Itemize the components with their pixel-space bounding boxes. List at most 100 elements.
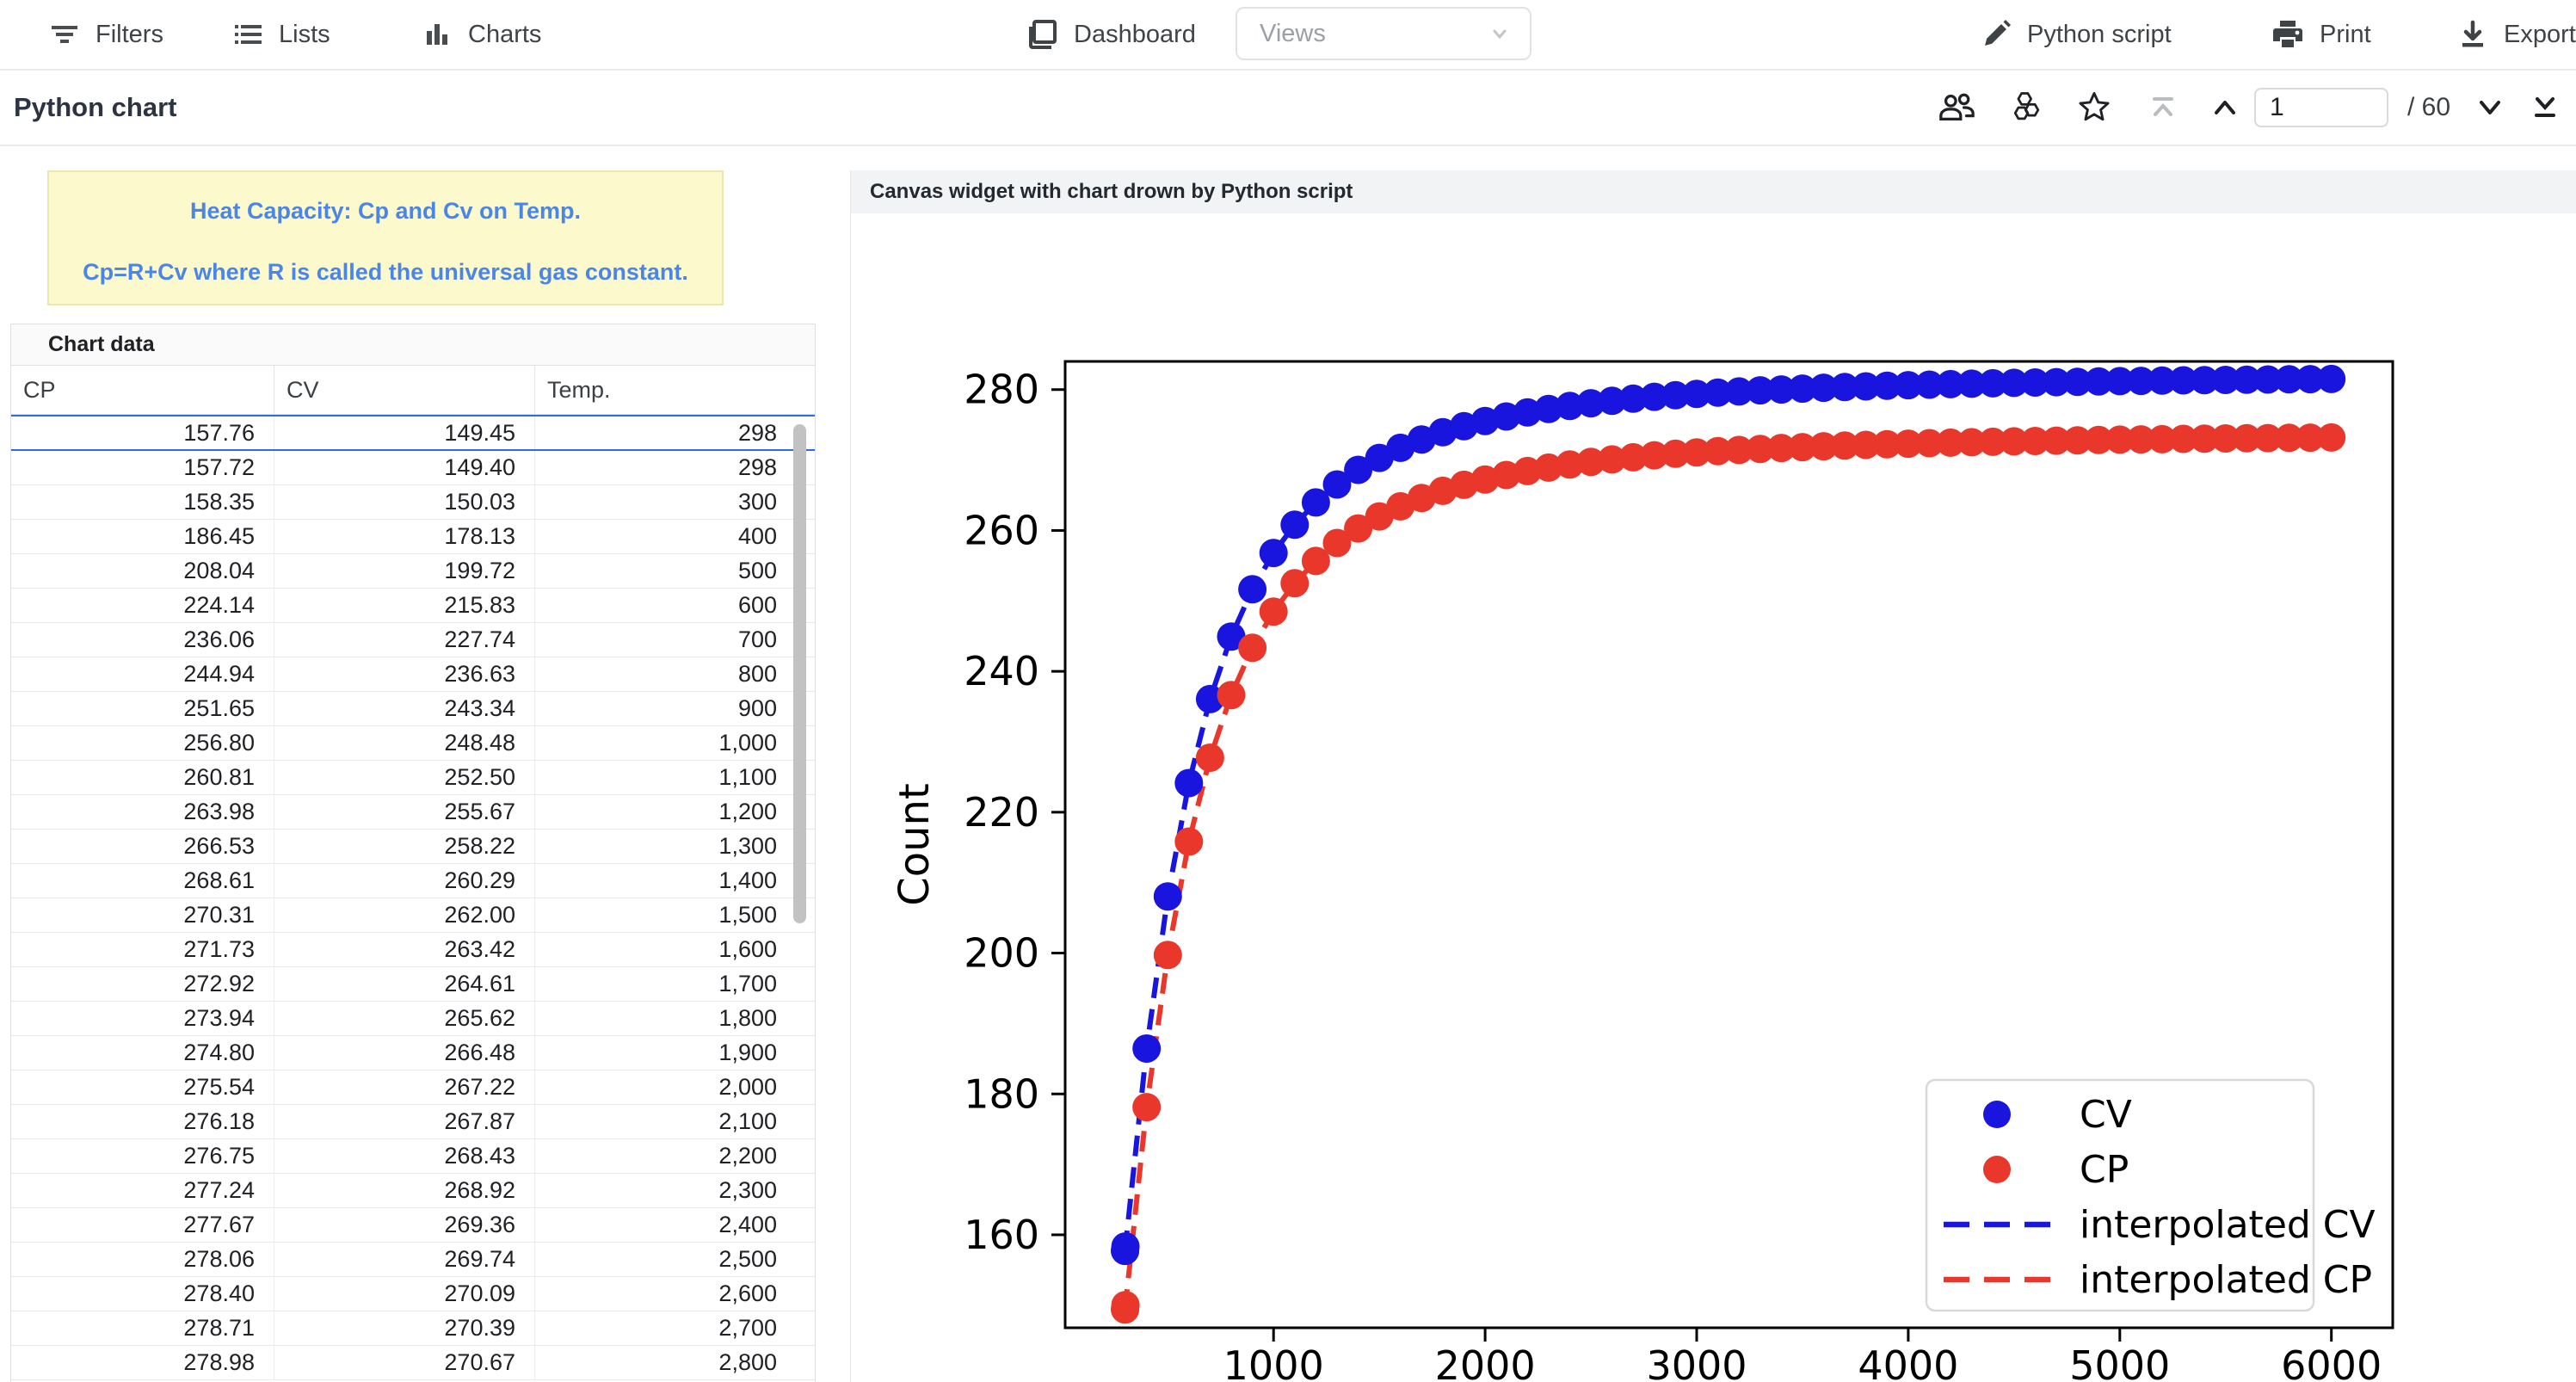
previous-page-button[interactable] xyxy=(2206,89,2244,126)
table-row[interactable]: 277.67269.362,400 xyxy=(11,1208,815,1243)
table-row[interactable]: 276.75268.432,200 xyxy=(11,1139,815,1174)
table-row[interactable]: 275.54267.222,000 xyxy=(11,1070,815,1105)
legend-label: CP xyxy=(2080,1148,2129,1192)
page-number-input[interactable] xyxy=(2254,88,2388,127)
table-row[interactable]: 158.35150.03300 xyxy=(11,485,815,520)
cell-cp: 276.18 xyxy=(11,1105,274,1138)
cell-cv: 149.40 xyxy=(274,451,535,484)
cell-temp: 400 xyxy=(535,520,815,553)
column-header-temp[interactable]: Temp. xyxy=(535,366,815,414)
charts-label: Charts xyxy=(468,21,541,49)
cell-temp: 1,000 xyxy=(535,726,815,760)
lists-button[interactable]: Lists xyxy=(231,0,330,69)
legend-label: CV xyxy=(2080,1093,2132,1137)
cell-cp: 277.67 xyxy=(11,1208,274,1242)
views-select[interactable]: Views xyxy=(1236,7,1531,60)
top-toolbar: Filters Lists Charts Dashboard xyxy=(0,0,2576,71)
table-row[interactable]: 256.80248.481,000 xyxy=(11,726,815,761)
table-row[interactable]: 278.06269.742,500 xyxy=(11,1243,815,1277)
table-row[interactable]: 277.24268.922,300 xyxy=(11,1174,815,1208)
cv-point xyxy=(2317,365,2345,393)
cell-cv: 266.48 xyxy=(274,1036,535,1070)
cell-cp: 256.80 xyxy=(11,726,274,760)
x-tick-label: 3000 xyxy=(1646,1342,1747,1382)
table-row[interactable]: 274.80266.481,900 xyxy=(11,1036,815,1070)
table-row[interactable]: 266.53258.221,300 xyxy=(11,830,815,864)
table-row[interactable]: 278.98270.672,800 xyxy=(11,1346,815,1380)
export-button[interactable]: Export xyxy=(2456,0,2576,69)
cell-cp: 270.31 xyxy=(11,898,274,932)
cell-cp: 251.65 xyxy=(11,692,274,725)
jump-to-last-button[interactable] xyxy=(2526,89,2564,126)
cp-point xyxy=(1112,1291,1140,1319)
table-row[interactable]: 251.65243.34900 xyxy=(11,692,815,726)
printer-icon xyxy=(2270,16,2306,52)
x-tick-label: 6000 xyxy=(2281,1342,2382,1382)
legend-label: interpolated CV xyxy=(2080,1203,2376,1247)
table-row[interactable]: 236.06227.74700 xyxy=(11,623,815,657)
table-row[interactable]: 278.71270.392,700 xyxy=(11,1311,815,1346)
cell-cv: 265.62 xyxy=(274,1002,535,1035)
cell-temp: 900 xyxy=(535,692,815,725)
table-row[interactable]: 157.76149.45298 xyxy=(11,415,815,451)
table-row[interactable]: 224.14215.83600 xyxy=(11,589,815,623)
next-page-button[interactable] xyxy=(2471,89,2509,126)
cell-cp: 263.98 xyxy=(11,795,274,829)
table-row[interactable]: 276.18267.872,100 xyxy=(11,1105,815,1139)
print-button[interactable]: Print xyxy=(2270,0,2371,69)
legend-marker-cv xyxy=(1983,1101,2011,1128)
table-scrollbar-thumb[interactable] xyxy=(793,424,806,923)
cell-cp: 208.04 xyxy=(11,554,274,588)
filters-button[interactable]: Filters xyxy=(47,0,163,69)
table-row[interactable]: 186.45178.13400 xyxy=(11,520,815,554)
table-row[interactable]: 260.81252.501,100 xyxy=(11,761,815,795)
cp-point xyxy=(1154,941,1182,969)
favorite-button[interactable] xyxy=(2075,89,2113,126)
cell-temp: 1,700 xyxy=(535,967,815,1001)
pencil-icon xyxy=(1979,17,2013,52)
cp-point xyxy=(2317,423,2345,452)
collapse-bottom-icon xyxy=(2526,89,2564,126)
table-row[interactable]: 208.04199.72500 xyxy=(11,554,815,589)
filters-label: Filters xyxy=(96,21,163,49)
cell-cp: 224.14 xyxy=(11,589,274,622)
table-row[interactable]: 273.94265.621,800 xyxy=(11,1002,815,1036)
table-row[interactable]: 157.72149.40298 xyxy=(11,451,815,485)
cell-cv: 267.87 xyxy=(274,1105,535,1138)
column-header-cp[interactable]: CP xyxy=(11,366,274,414)
cell-cp: 276.75 xyxy=(11,1139,274,1173)
table-row[interactable]: 270.31262.001,500 xyxy=(11,898,815,933)
table-row[interactable]: 272.92264.611,700 xyxy=(11,967,815,1002)
note-line-1: Heat Capacity: Cp and Cv on Temp. xyxy=(49,198,722,225)
table-row[interactable]: 268.61260.291,400 xyxy=(11,864,815,898)
x-tick-label: 2000 xyxy=(1435,1342,1536,1382)
download-icon xyxy=(2456,17,2490,52)
dashboard-button[interactable]: Dashboard xyxy=(1024,0,1196,69)
chart-data-table: Chart data CP CV Temp. 157.76149.4529815… xyxy=(10,324,816,1382)
table-row[interactable]: 278.40270.092,600 xyxy=(11,1277,815,1311)
y-tick-label: 160 xyxy=(964,1212,1039,1258)
charts-button[interactable]: Charts xyxy=(420,0,541,69)
jump-to-first-button[interactable] xyxy=(2144,89,2182,126)
cell-cp: 268.61 xyxy=(11,864,274,898)
column-header-cv[interactable]: CV xyxy=(274,366,535,414)
molecule-button[interactable] xyxy=(2008,89,2046,126)
y-tick-label: 200 xyxy=(964,930,1039,977)
collapse-top-icon xyxy=(2144,89,2182,126)
users-button[interactable] xyxy=(1938,89,1975,126)
cell-temp: 2,400 xyxy=(535,1208,815,1242)
legend-marker-cp xyxy=(1983,1156,2011,1183)
cell-cp: 273.94 xyxy=(11,1002,274,1035)
table-row[interactable]: 244.94236.63800 xyxy=(11,657,815,692)
x-tick-label: 1000 xyxy=(1223,1342,1324,1382)
python-chart-canvas: 1601802002202402602801000200030004000500… xyxy=(851,170,2576,1382)
cv-point xyxy=(1280,510,1309,539)
cell-cp: 157.76 xyxy=(11,416,274,449)
cell-cv: 150.03 xyxy=(274,485,535,519)
table-row[interactable]: 263.98255.671,200 xyxy=(11,795,815,830)
python-script-button[interactable]: Python script xyxy=(1979,0,2172,69)
cell-temp: 2,000 xyxy=(535,1070,815,1104)
dashboard-label: Dashboard xyxy=(1074,21,1196,49)
table-row[interactable]: 271.73263.421,600 xyxy=(11,933,815,967)
cell-temp: 2,500 xyxy=(535,1243,815,1276)
